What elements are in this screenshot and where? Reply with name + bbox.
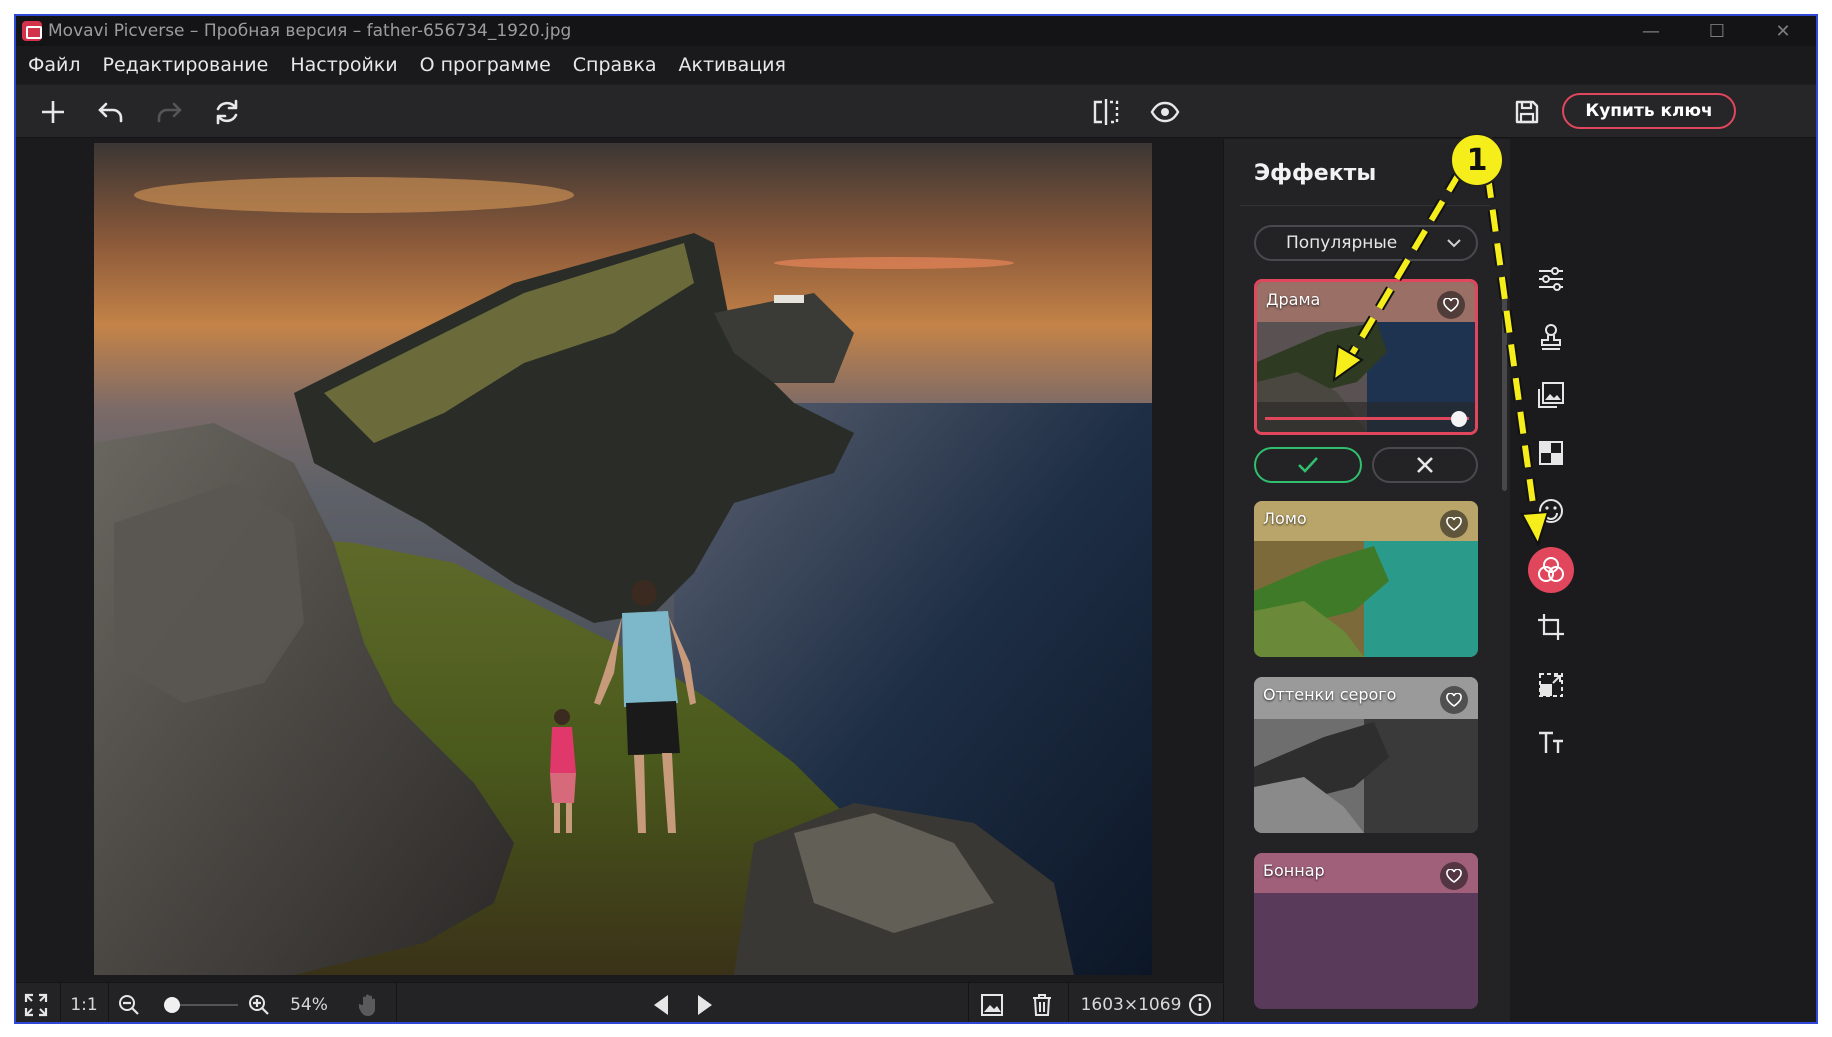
effect-card-lomo[interactable]: Ломо bbox=[1254, 501, 1478, 657]
annotation-badge: 1 bbox=[1450, 133, 1504, 187]
effect-label: Ломо bbox=[1263, 509, 1307, 528]
category-dropdown[interactable]: Популярные bbox=[1254, 225, 1478, 261]
window-title: Movavi Picverse – Пробная версия – fathe… bbox=[48, 21, 572, 41]
prev-icon[interactable] bbox=[644, 983, 678, 1022]
menu-edit[interactable]: Редактирование bbox=[103, 54, 269, 76]
redo-icon[interactable] bbox=[152, 95, 186, 129]
toolbar: Купить ключ bbox=[16, 84, 1816, 138]
reset-icon[interactable] bbox=[210, 95, 244, 129]
next-icon[interactable] bbox=[688, 983, 722, 1022]
effects-panel: Эффекты Популярные Драма Ломо Оттенки се… bbox=[1223, 139, 1510, 1022]
actual-size-button[interactable]: 1:1 bbox=[64, 983, 104, 1022]
stamp-icon[interactable] bbox=[1531, 317, 1571, 357]
image-icon[interactable] bbox=[974, 983, 1010, 1022]
canvas-area bbox=[16, 139, 1411, 982]
menu-settings[interactable]: Настройки bbox=[290, 54, 397, 76]
intensity-slider[interactable] bbox=[1265, 417, 1469, 420]
fit-screen-icon[interactable] bbox=[16, 983, 56, 1022]
panel-scrollbar[interactable] bbox=[1502, 279, 1507, 491]
title-bar: Movavi Picverse – Пробная версия – fathe… bbox=[16, 16, 1816, 46]
panel-title: Эффекты bbox=[1254, 161, 1377, 186]
info-icon[interactable] bbox=[1184, 983, 1216, 1022]
image-replace-icon[interactable] bbox=[1531, 375, 1571, 415]
minimize-icon[interactable]: — bbox=[1618, 16, 1684, 46]
app-window: Movavi Picverse – Пробная версия – fathe… bbox=[14, 14, 1818, 1024]
buy-key-button[interactable]: Купить ключ bbox=[1562, 93, 1736, 129]
apply-button[interactable] bbox=[1254, 447, 1362, 483]
face-retouch-icon[interactable] bbox=[1531, 491, 1571, 531]
crop-icon[interactable] bbox=[1531, 607, 1571, 647]
chevron-down-icon bbox=[1446, 235, 1462, 255]
effect-card-grayscale[interactable]: Оттенки серого bbox=[1254, 677, 1478, 833]
zoom-out-icon[interactable] bbox=[114, 983, 144, 1022]
effects-icon[interactable] bbox=[1528, 547, 1574, 593]
menu-activation[interactable]: Активация bbox=[679, 54, 786, 76]
trash-icon[interactable] bbox=[1024, 983, 1060, 1022]
menu-help[interactable]: Справка bbox=[573, 54, 657, 76]
preview-eye-icon[interactable] bbox=[1148, 95, 1182, 129]
maximize-icon[interactable]: ☐ bbox=[1684, 16, 1750, 46]
zoom-level: 54% bbox=[290, 995, 328, 1015]
background-icon[interactable] bbox=[1531, 433, 1571, 473]
adjust-sliders-icon[interactable] bbox=[1531, 259, 1571, 299]
effect-label: Боннар bbox=[1263, 861, 1325, 880]
effect-card-drama[interactable]: Драма bbox=[1254, 279, 1478, 435]
text-icon[interactable] bbox=[1531, 723, 1571, 763]
zoom-in-icon[interactable] bbox=[244, 983, 274, 1022]
zoom-slider[interactable] bbox=[170, 1004, 238, 1006]
favorite-heart-icon[interactable] bbox=[1440, 686, 1468, 714]
bottom-bar: 1:1 54% 1603×1069 bbox=[16, 982, 1411, 1022]
effect-label: Оттенки серого bbox=[1263, 685, 1397, 704]
effect-label: Драма bbox=[1266, 290, 1321, 309]
effect-card-bonnard[interactable]: Боннар bbox=[1254, 853, 1478, 1009]
save-icon[interactable] bbox=[1510, 95, 1544, 129]
zoom-slider-handle[interactable] bbox=[164, 997, 180, 1013]
menu-about[interactable]: О программе bbox=[420, 54, 551, 76]
favorite-heart-icon[interactable] bbox=[1440, 862, 1468, 890]
close-icon[interactable]: ✕ bbox=[1750, 16, 1816, 46]
cancel-button[interactable] bbox=[1372, 447, 1478, 483]
menu-bar: Файл Редактирование Настройки О программ… bbox=[16, 46, 1816, 84]
compare-icon[interactable] bbox=[1089, 95, 1123, 129]
hand-icon[interactable] bbox=[352, 983, 386, 1022]
resize-icon[interactable] bbox=[1531, 665, 1571, 705]
app-logo-icon bbox=[22, 21, 42, 41]
edited-photo[interactable] bbox=[94, 143, 1152, 975]
intensity-slider-handle[interactable] bbox=[1451, 411, 1467, 427]
add-icon[interactable] bbox=[36, 95, 70, 129]
undo-icon[interactable] bbox=[94, 95, 128, 129]
image-dimensions: 1603×1069 bbox=[1080, 995, 1182, 1015]
favorite-heart-icon[interactable] bbox=[1440, 510, 1468, 538]
menu-file[interactable]: Файл bbox=[28, 54, 81, 76]
category-value: Популярные bbox=[1286, 233, 1398, 253]
tool-rail bbox=[1511, 139, 1816, 1022]
favorite-heart-icon[interactable] bbox=[1437, 291, 1465, 319]
